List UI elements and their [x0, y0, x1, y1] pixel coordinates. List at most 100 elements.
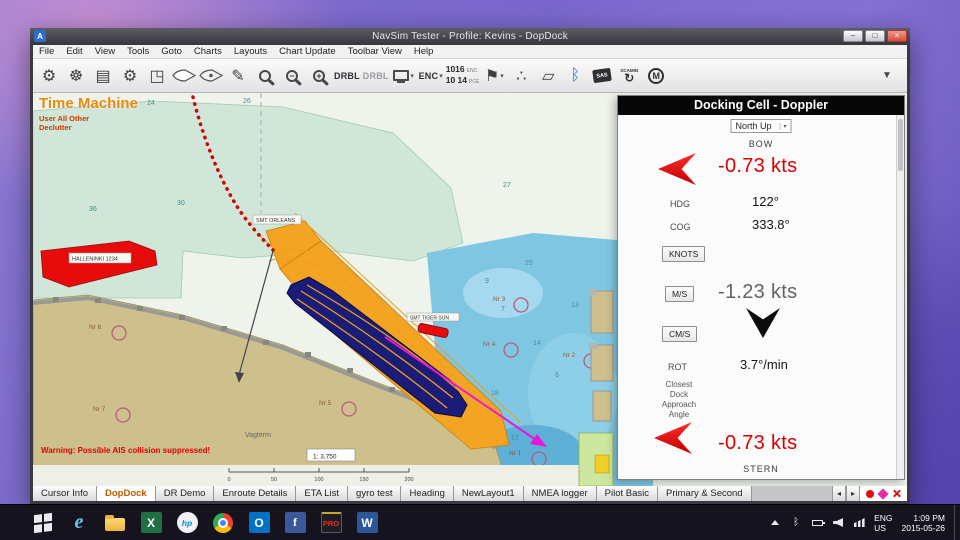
network-nodes-icon[interactable]: ∴ — [509, 62, 533, 89]
ms-unit-button[interactable]: M/S — [665, 286, 695, 302]
tab-scroll-right[interactable]: ▸ — [846, 486, 860, 501]
svg-text:200: 200 — [404, 477, 413, 483]
ie-glyph: e — [74, 511, 84, 533]
svg-text:Nr 6: Nr 6 — [89, 324, 102, 331]
chart-number-display[interactable]: 1016 ENC 10 14 PCE — [446, 62, 480, 89]
language-indicator[interactable]: ENG US — [874, 513, 892, 533]
outlook-icon[interactable]: O — [246, 510, 272, 536]
caret-icon: ▾ — [410, 72, 414, 80]
bluetooth-icon[interactable]: ᛒ — [563, 62, 587, 89]
waypoint-diamond-icon[interactable] — [877, 487, 889, 500]
route-flag-icon[interactable]: ⚑ ▾ — [482, 62, 506, 89]
network-icon[interactable] — [853, 518, 865, 527]
minus-glyph: − — [289, 70, 295, 81]
close-button[interactable]: × — [887, 30, 907, 42]
maximize-button[interactable]: □ — [865, 30, 885, 42]
zoom-out-icon[interactable]: − — [280, 62, 304, 89]
svg-text:Nr 4: Nr 4 — [483, 341, 496, 348]
scamin-icon[interactable]: SCAMIN ↻ — [617, 62, 641, 89]
taskbar: e X hp O f PRO W ᛒ ENG US 1:09 PM 2015-0… — [0, 504, 960, 540]
declutter-label-1: User All Other — [39, 114, 90, 123]
closest-dock-caption: Closest Dock Approach Angle — [644, 380, 714, 420]
drbl-button[interactable]: DRBL — [334, 62, 360, 89]
hp-icon[interactable]: hp — [174, 510, 200, 536]
tab-dopdock[interactable]: DopDock — [97, 486, 156, 501]
brush-icon[interactable]: ✎ — [226, 62, 250, 89]
titlebar[interactable]: A NavSim Tester - Profile: Kevins - DopD… — [30, 28, 910, 45]
menu-goto[interactable]: Goto — [155, 46, 188, 57]
clock[interactable]: 1:09 PM 2015-05-26 — [902, 513, 945, 533]
knots-unit-button[interactable]: KNOTS — [662, 246, 706, 262]
menu-file[interactable]: File — [33, 46, 60, 57]
tab-scroll-left[interactable]: ◂ — [832, 486, 846, 501]
caret-icon: ▾ — [500, 72, 504, 80]
pro-app-icon[interactable]: PRO — [318, 510, 344, 536]
orientation-select[interactable]: North Up ▾ — [730, 119, 792, 133]
zoom-in-icon[interactable]: + — [307, 62, 331, 89]
tab-primary-secondary[interactable]: Primary & Second — [658, 486, 752, 501]
tabstrip-status-icons — [860, 486, 907, 501]
toolbar-overflow-icon[interactable]: ▼ — [875, 62, 899, 89]
menu-layouts[interactable]: Layouts — [228, 46, 273, 57]
full-frame-icon[interactable]: ◳ — [145, 62, 169, 89]
tab-heading[interactable]: Heading — [401, 486, 454, 501]
settings-icon[interactable]: ⚙ — [37, 62, 61, 89]
gear-icon[interactable]: ⚙ — [118, 62, 142, 89]
battery-icon[interactable] — [811, 519, 825, 526]
tab-dr-demo[interactable]: DR Demo — [155, 486, 215, 501]
tab-enroute-details[interactable]: Enroute Details — [214, 486, 297, 501]
tab-gyro-test[interactable]: gyro test — [348, 486, 402, 501]
internet-explorer-icon[interactable]: e — [66, 510, 92, 536]
app-icon: A — [34, 30, 46, 42]
record-dot-icon[interactable] — [866, 489, 874, 498]
own-ship-icon[interactable] — [172, 62, 196, 89]
chrome-icon[interactable] — [210, 510, 236, 536]
cms-unit-button[interactable]: CM/S — [662, 326, 698, 342]
stern-caption: STERN — [743, 464, 779, 474]
ais-ship-icon[interactable] — [199, 62, 223, 89]
caret-icon: ▾ — [439, 72, 443, 80]
menu-tools[interactable]: Tools — [121, 46, 155, 57]
excel-icon[interactable]: X — [138, 510, 164, 536]
cog-value: 333.8° — [752, 217, 790, 232]
file-explorer-icon[interactable] — [102, 510, 128, 536]
zoom-window-icon[interactable] — [253, 62, 277, 89]
menu-edit[interactable]: Edit — [60, 46, 88, 57]
tab-pilot-basic[interactable]: Pilot Basic — [596, 486, 659, 501]
docking-panel-title[interactable]: Docking Cell - Doppler — [618, 96, 904, 115]
enc-button[interactable]: ENC ▾ — [419, 62, 443, 89]
menu-chart-update[interactable]: Chart Update — [273, 46, 342, 57]
menu-toolbar-view[interactable]: Toolbar View — [342, 46, 408, 57]
word-icon[interactable]: W — [354, 510, 380, 536]
sas-badge[interactable]: SAS — [590, 62, 614, 89]
svg-text:0: 0 — [227, 477, 230, 483]
eraser-icon[interactable]: ▱ — [536, 62, 560, 89]
show-desktop-button[interactable] — [954, 504, 960, 540]
m-badge[interactable]: M — [644, 62, 668, 89]
minimize-button[interactable]: – — [843, 30, 863, 42]
bluetooth-tray-icon[interactable]: ᛒ — [790, 517, 802, 528]
tab-cursor-info[interactable]: Cursor Info — [33, 486, 97, 501]
helm-wheel-icon[interactable]: ☸ — [64, 62, 88, 89]
svg-text:Nr 5: Nr 5 — [319, 400, 332, 407]
tab-nmea-logger[interactable]: NMEA logger — [523, 486, 597, 501]
chart-panels-icon[interactable]: ▤ — [91, 62, 115, 89]
vessel-label: SMT ORLEANS — [256, 218, 296, 224]
tab-eta-list[interactable]: ETA List — [296, 486, 349, 501]
svg-text:Nr 2: Nr 2 — [563, 352, 576, 359]
menu-charts[interactable]: Charts — [188, 46, 228, 57]
start-button[interactable] — [30, 510, 56, 536]
menu-help[interactable]: Help — [408, 46, 440, 57]
drbl-disabled-button[interactable]: DRBL — [363, 62, 389, 89]
volume-icon[interactable] — [832, 518, 844, 527]
display-config-icon[interactable]: ▾ — [392, 62, 416, 89]
tab-newlayout1[interactable]: NewLayout1 — [453, 486, 524, 501]
chart-area[interactable]: HALLENINKI 1234 SMT ORLEANS SMT TIGER SU… — [33, 93, 907, 486]
menu-view[interactable]: View — [89, 46, 121, 57]
alert-cross-icon[interactable] — [892, 489, 901, 498]
chevron-up-icon[interactable] — [769, 520, 781, 525]
panel-scrollbar[interactable] — [896, 115, 904, 479]
scrollbar-thumb[interactable] — [898, 119, 903, 171]
svg-text:17: 17 — [511, 435, 519, 442]
facebook-icon[interactable]: f — [282, 510, 308, 536]
